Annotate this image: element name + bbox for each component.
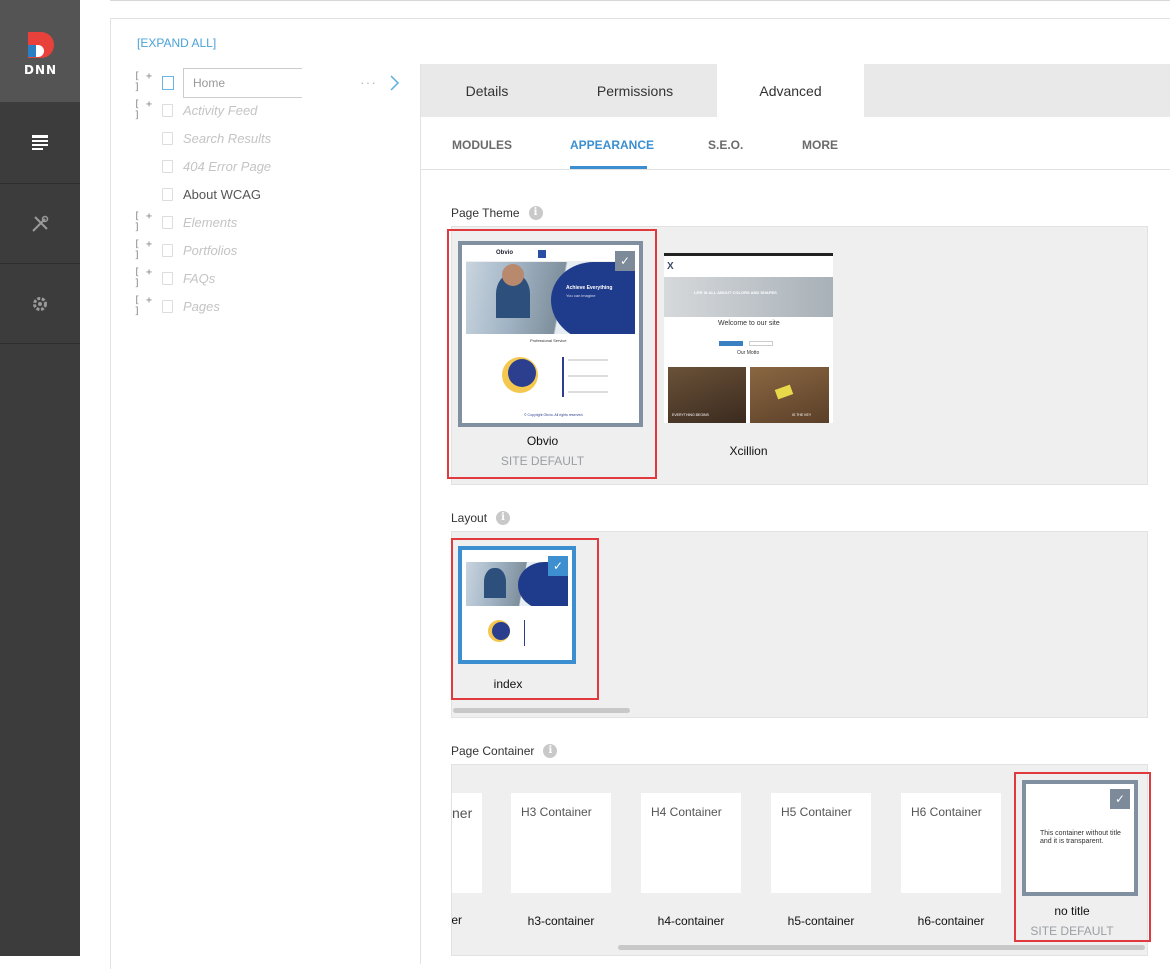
- page-icon: [162, 76, 174, 90]
- section-title: Page Container: [451, 744, 535, 758]
- theme-thumbnail-xcillion[interactable]: X LIFE IS ALL ABOUT COLORS AND SHAPES We…: [664, 253, 833, 423]
- page-theme-heading: Page Theme i: [451, 206, 543, 220]
- tree-toggle[interactable]: [ + ]: [134, 99, 156, 121]
- container-label: h5-container: [787, 914, 855, 928]
- tree-row[interactable]: [ + ] FAQs: [134, 267, 215, 289]
- selected-check-icon: ✓: [1110, 789, 1130, 809]
- tree-toggle[interactable]: [ + ]: [134, 295, 156, 317]
- content-icon: [32, 135, 48, 150]
- dnn-logo[interactable]: DNN: [0, 0, 80, 102]
- tree-row[interactable]: [ + ] Pages: [134, 295, 220, 317]
- page-icon: [162, 159, 173, 173]
- theme-name: Xcillion: [729, 444, 768, 458]
- section-title: Page Theme: [451, 206, 520, 220]
- tree-item-label[interactable]: 404 Error Page: [183, 159, 271, 174]
- sidebar-settings-button[interactable]: [0, 264, 80, 344]
- tree-row[interactable]: [ + ] Portfolios: [134, 239, 237, 261]
- subtab-bar: [421, 117, 1170, 170]
- tools-icon: [32, 215, 49, 232]
- top-divider: [110, 0, 1170, 1]
- info-icon[interactable]: i: [496, 511, 511, 525]
- chevron-right-icon[interactable]: [388, 74, 402, 97]
- container-label: h6-container: [917, 914, 985, 928]
- tree-toggle[interactable]: [ + ]: [134, 267, 156, 289]
- tree-row-home[interactable]: [ + ]: [134, 71, 156, 93]
- site-default-label: SITE DEFAULT: [1030, 924, 1114, 938]
- tab-advanced[interactable]: Advanced: [717, 64, 864, 117]
- tab-permissions[interactable]: Permissions: [553, 64, 717, 117]
- active-subtab-indicator: [570, 166, 647, 169]
- sidebar-tools-button[interactable]: [0, 184, 80, 264]
- page-icon: [162, 187, 173, 201]
- selected-check-icon: ✓: [548, 556, 568, 576]
- subtab-modules[interactable]: MODULES: [452, 138, 512, 152]
- page-name-input[interactable]: Home: [183, 68, 302, 98]
- tree-item-label[interactable]: Search Results: [183, 131, 271, 146]
- tree-row[interactable]: [ + ] Activity Feed: [134, 99, 257, 121]
- sidebar-content-button[interactable]: [0, 103, 80, 183]
- page-icon: [162, 215, 173, 229]
- page-icon: [162, 271, 173, 285]
- container-card[interactable]: H4 Container: [641, 793, 741, 893]
- container-label: h4-container: [657, 914, 725, 928]
- subtab-more[interactable]: MORE: [802, 138, 838, 152]
- tree-item-label[interactable]: Pages: [183, 299, 220, 314]
- tab-details[interactable]: Details: [421, 64, 553, 117]
- theme-name: Obvio: [526, 434, 559, 448]
- tree-row[interactable]: About WCAG: [134, 184, 261, 204]
- container-card[interactable]: ner: [452, 793, 482, 893]
- app-sidebar: DNN: [0, 0, 80, 956]
- page-icon: [162, 103, 173, 117]
- tree-item-label[interactable]: Portfolios: [183, 243, 237, 258]
- section-title: Layout: [451, 511, 488, 525]
- layout-scrollbar[interactable]: [453, 708, 630, 713]
- tree-row[interactable]: 404 Error Page: [134, 156, 271, 176]
- container-card[interactable]: H3 Container: [511, 793, 611, 893]
- gear-icon: [33, 297, 47, 311]
- tree-toggle[interactable]: [ + ]: [134, 71, 156, 93]
- container-label: h3-container: [527, 914, 595, 928]
- info-icon[interactable]: i: [543, 744, 558, 758]
- tree-item-label[interactable]: About WCAG: [183, 187, 261, 202]
- container-label: ner: [451, 913, 462, 927]
- container-card[interactable]: H5 Container: [771, 793, 871, 893]
- tree-item-label[interactable]: Elements: [183, 215, 237, 230]
- logo-text: DNN: [24, 63, 58, 77]
- page-icon: [162, 131, 173, 145]
- page-icon: [162, 243, 173, 257]
- tree-row[interactable]: Search Results: [134, 128, 271, 148]
- layout-name: index: [493, 677, 523, 691]
- subtab-appearance[interactable]: APPEARANCE: [570, 138, 654, 152]
- container-card[interactable]: H6 Container: [901, 793, 1001, 893]
- selected-check-icon: ✓: [615, 251, 635, 271]
- page-icon: [162, 299, 173, 313]
- tree-item-label[interactable]: FAQs: [183, 271, 215, 286]
- tree-toggle[interactable]: [ + ]: [134, 211, 156, 233]
- container-preview-text: This container without title and it is t…: [1040, 830, 1121, 845]
- info-icon[interactable]: i: [528, 206, 543, 220]
- tree-item-label[interactable]: Activity Feed: [183, 103, 257, 118]
- more-options-icon[interactable]: ···: [360, 74, 377, 90]
- subtab-seo[interactable]: S.E.O.: [708, 138, 743, 152]
- expand-all-link[interactable]: [EXPAND ALL]: [137, 36, 216, 50]
- tree-toggle[interactable]: [ + ]: [134, 239, 156, 261]
- tree-row[interactable]: [ + ] Elements: [134, 211, 237, 233]
- site-default-label: SITE DEFAULT: [500, 454, 585, 468]
- layout-heading: Layout i: [451, 511, 511, 525]
- page-container-heading: Page Container i: [451, 744, 558, 758]
- container-label: no title: [1054, 904, 1090, 918]
- dnn-logo-icon: [28, 32, 54, 58]
- container-scrollbar[interactable]: [618, 945, 1145, 950]
